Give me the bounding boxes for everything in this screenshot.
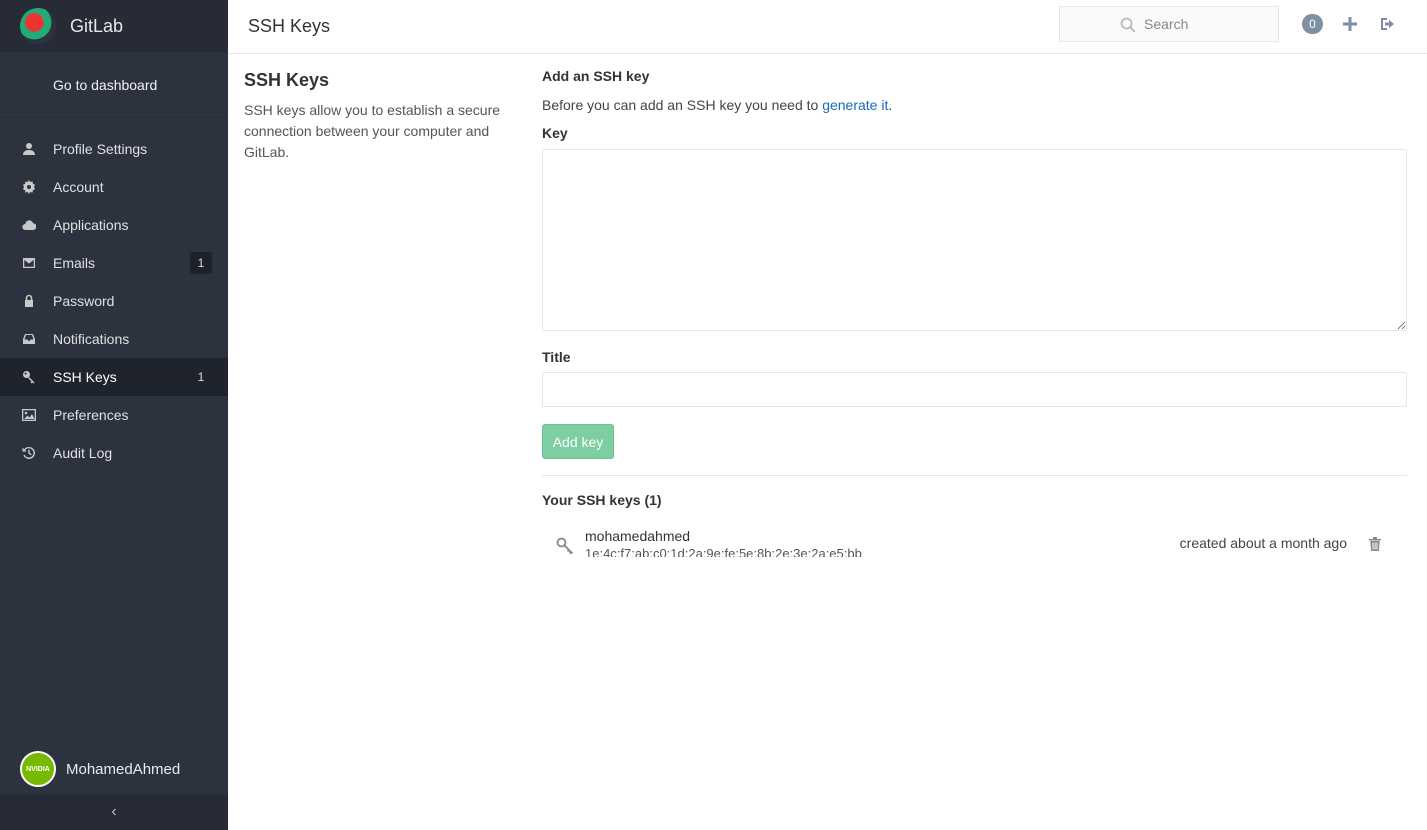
- key-label: Key: [542, 125, 568, 141]
- trash-icon[interactable]: [1368, 536, 1382, 552]
- key-textarea[interactable]: [542, 149, 1407, 331]
- current-user[interactable]: NVIDIA MohamedAhmed: [0, 744, 228, 794]
- key-icon: [556, 537, 574, 555]
- help-prefix: Before you can add an SSH key you need t…: [542, 97, 823, 113]
- search-icon: [1120, 17, 1136, 33]
- sidebar-item-notifications[interactable]: Notifications: [0, 320, 228, 358]
- sidebar-item-audit-log[interactable]: Audit Log: [0, 434, 228, 472]
- sidebar-item-ssh-keys[interactable]: SSH Keys 1: [0, 358, 228, 396]
- envelope-icon: [20, 254, 38, 272]
- key-icon: [20, 368, 38, 386]
- sidebar-item-label: Preferences: [53, 407, 129, 423]
- ssh-key-title-link[interactable]: mohamedahmed: [585, 528, 690, 544]
- sidebar-item-label: Password: [53, 293, 115, 309]
- brand-name: GitLab: [70, 15, 124, 36]
- user-name: MohamedAhmed: [66, 760, 181, 778]
- description-title: SSH Keys: [244, 70, 330, 90]
- cloud-icon: [20, 216, 38, 234]
- page-description: SSH Keys SSH keys allow you to establish…: [244, 70, 514, 163]
- plus-icon[interactable]: [1340, 14, 1360, 34]
- page-title: SSH Keys: [248, 16, 331, 36]
- emails-count-badge: 1: [190, 252, 212, 274]
- ssh-key-row: mohamedahmed 1e:4c:f7:ab:c0:1d:2a:9e:fe:…: [542, 528, 1407, 567]
- form-heading: Add an SSH key: [542, 68, 650, 84]
- user-icon: [20, 140, 38, 158]
- ssh-keys-count-badge: 1: [197, 370, 205, 384]
- sidebar: GitLab Go to dashboard Profile Settings …: [0, 0, 228, 830]
- sidebar-item-label: Emails: [53, 255, 96, 271]
- sidebar-item-applications[interactable]: Applications: [0, 206, 228, 244]
- help-suffix: .: [888, 97, 893, 113]
- inbox-icon: [20, 330, 38, 348]
- ssh-keys-heading: Your SSH keys (1): [542, 492, 662, 508]
- title-input[interactable]: [542, 372, 1407, 407]
- sidebar-item-label: Audit Log: [53, 445, 113, 461]
- history-icon: [20, 444, 38, 462]
- sidebar-item-label: SSH Keys: [53, 369, 117, 385]
- sidebar-nav: Profile Settings Account Applications Em…: [0, 118, 228, 472]
- sidebar-item-account[interactable]: Account: [0, 168, 228, 206]
- generate-it-link[interactable]: generate it: [822, 97, 888, 113]
- sidebar-item-label: Profile Settings: [53, 141, 148, 157]
- description-text: SSH keys allow you to establish a secure…: [244, 102, 501, 160]
- add-ssh-key-form: Add an SSH key Before you can add an SSH…: [542, 68, 1407, 567]
- chevron-left-icon: ‹: [111, 803, 117, 820]
- search-placeholder: Search: [1144, 16, 1189, 32]
- sidebar-item-profile-settings[interactable]: Profile Settings: [0, 130, 228, 168]
- add-key-button[interactable]: Add key: [542, 424, 614, 459]
- search-input[interactable]: Search: [1059, 6, 1279, 42]
- gear-icon: [20, 178, 38, 196]
- sidebar-item-label: Account: [53, 179, 104, 195]
- avatar-text: NVIDIA: [26, 765, 50, 773]
- sign-out-icon[interactable]: [1378, 14, 1398, 34]
- sidebar-item-password[interactable]: Password: [0, 282, 228, 320]
- sidebar-item-preferences[interactable]: Preferences: [0, 396, 228, 434]
- gitlab-logo-icon: [20, 8, 56, 44]
- title-label: Title: [542, 349, 571, 365]
- collapse-sidebar-button[interactable]: ‹: [0, 794, 228, 830]
- sidebar-item-emails[interactable]: Emails 1: [0, 244, 228, 282]
- image-icon: [20, 406, 38, 424]
- divider: [542, 475, 1407, 476]
- ssh-key-fingerprint: 1e:4c:f7:ab:c0:1d:2a:9e:fe:5e:8b:2e:3e:2…: [585, 546, 862, 557]
- sidebar-item-label: Notifications: [53, 331, 130, 347]
- form-help-text: Before you can add an SSH key you need t…: [542, 97, 1407, 113]
- avatar: NVIDIA: [20, 751, 56, 787]
- ssh-key-created-time: created about a month ago: [1179, 535, 1347, 551]
- go-to-dashboard-link[interactable]: Go to dashboard: [0, 52, 228, 118]
- top-header: SSH Keys Search 0: [228, 0, 1427, 54]
- brand[interactable]: GitLab: [0, 0, 228, 52]
- todos-count-badge[interactable]: 0: [1302, 14, 1323, 34]
- lock-icon: [20, 292, 38, 310]
- sidebar-item-label: Applications: [53, 217, 129, 233]
